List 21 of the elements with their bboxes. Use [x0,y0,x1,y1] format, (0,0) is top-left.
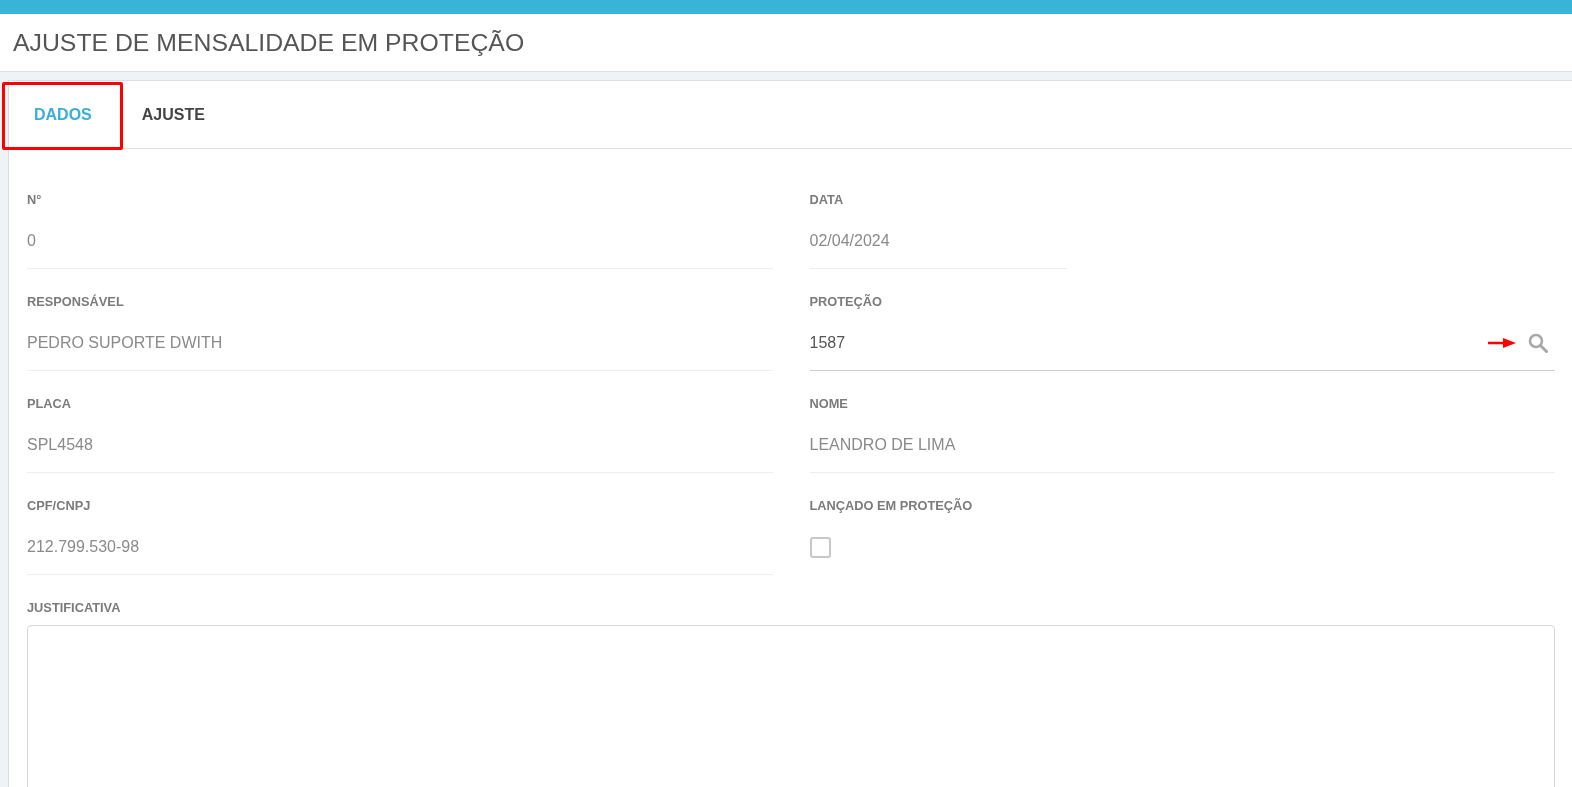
field-label: NOME [809,396,848,412]
field-label: RESPONSÁVEL [27,294,124,310]
field-label: N° [27,192,42,208]
field-value: SPL4548 [27,433,773,473]
field-label: PROTEÇÃO [809,294,883,310]
field-value: PEDRO SUPORTE DWITH [27,331,773,371]
field-label: DATA [809,192,844,208]
input-field[interactable]: 1587 [809,331,1488,355]
page-title: AJUSTE DE MENSALIDADE EM PROTEÇÃO [13,28,525,57]
field-value: LEANDRO DE LIMA [809,433,1555,473]
search-icon[interactable] [1528,333,1548,353]
field-label: JUSTIFICATIVA [27,600,121,616]
field-value: 0 [27,229,773,269]
date-value: 02/04/2024 [809,229,1067,269]
text-area[interactable] [27,625,1555,787]
field-label: PLACA [27,396,72,412]
field-label: LANÇADO EM PROTEÇÃO [809,498,973,514]
checkbox[interactable] [809,536,831,558]
field-label: CPF/CNPJ [27,498,91,514]
field-value: 212.799.530-98 [27,535,773,575]
tab[interactable]: AJUSTE [116,81,230,148]
